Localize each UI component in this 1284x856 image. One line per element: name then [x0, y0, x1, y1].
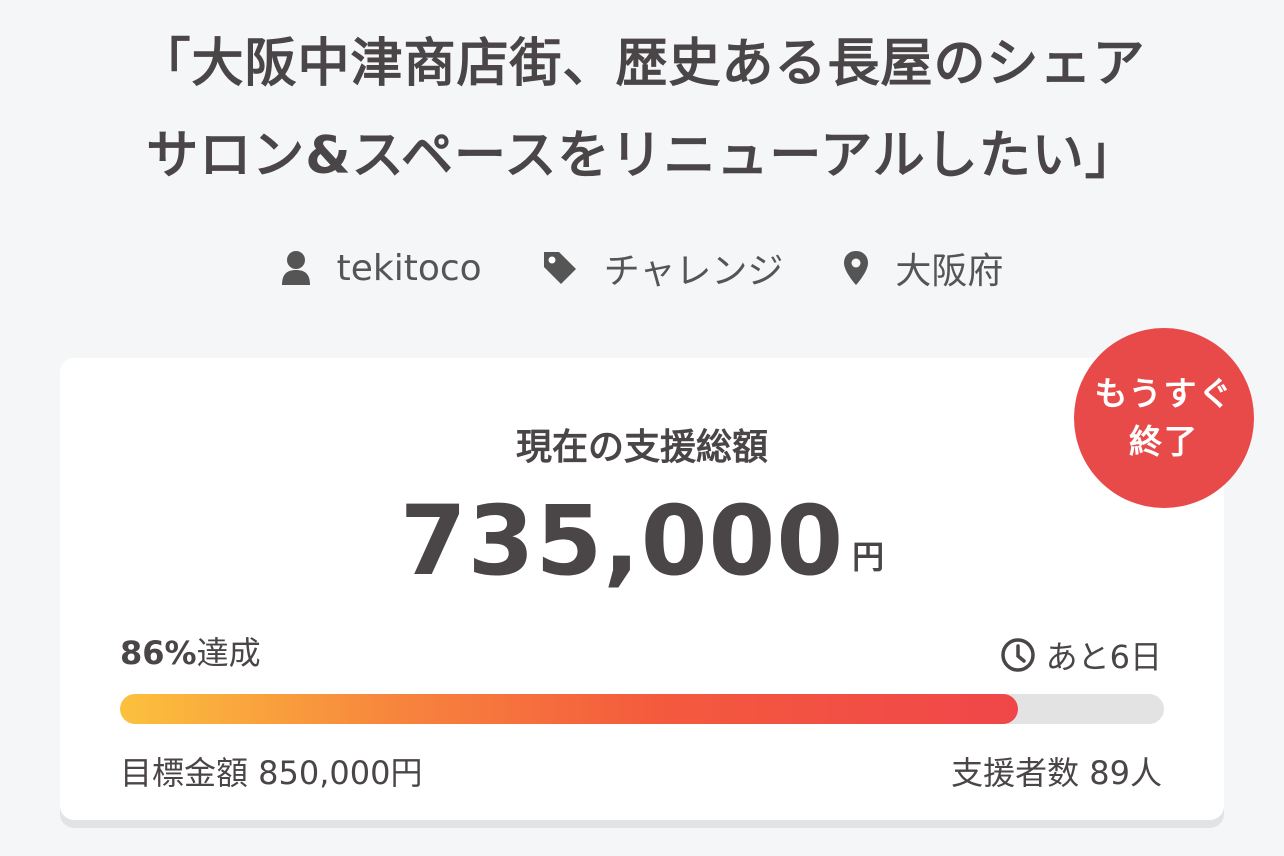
- user-icon: [281, 251, 310, 285]
- project-title: 「大阪中津商店街、歴史ある長屋のシェア サロン&スペースをリニューアルしたい」: [0, 18, 1284, 202]
- days-remaining-text: あと6日: [1045, 638, 1162, 676]
- total-support-label: 現在の支援総額: [515, 427, 768, 468]
- progress-bar: [120, 694, 1164, 724]
- project-title-line-1: 「大阪中津商店街、歴史ある長屋のシェア: [138, 34, 1146, 94]
- location-name: 大阪府: [895, 251, 1004, 292]
- tag-icon: [543, 252, 576, 284]
- currency-unit: 円: [852, 538, 885, 576]
- category-link[interactable]: チャレンジ: [542, 242, 784, 294]
- clock-icon: [1000, 638, 1035, 672]
- badge-line-2: 終了: [1129, 422, 1199, 461]
- goal-amount: 目標金額 850,000円: [120, 754, 423, 792]
- project-meta: tekitoco チャレンジ 大阪府: [0, 240, 1284, 296]
- project-title-line-2: サロン&スペースをリニューアルしたい」: [146, 126, 1138, 186]
- location-pin-icon: [844, 251, 869, 285]
- progress-bar-fill: [120, 694, 1018, 724]
- owner-link[interactable]: tekitoco: [281, 248, 482, 289]
- total-amount-row: 735,000 円: [60, 486, 1224, 596]
- badge-line-1: もうすぐ: [1094, 374, 1234, 413]
- supporter-count: 支援者数 89人: [951, 754, 1162, 792]
- days-remaining: あと6日: [1000, 632, 1162, 678]
- achievement-rate: 86%達成: [120, 628, 261, 674]
- category-name: チャレンジ: [603, 251, 784, 292]
- total-amount: 735,000: [399, 485, 845, 597]
- location-link[interactable]: 大阪府: [843, 242, 1003, 294]
- owner-name: tekitoco: [336, 247, 482, 289]
- ending-soon-badge: もうすぐ 終了: [1074, 328, 1254, 508]
- funding-card: 現在の支援総額 735,000 円 86%達成 あと6日 目標金額 850,00…: [60, 358, 1224, 820]
- achievement-percent: 86%: [120, 634, 197, 672]
- achievement-suffix: 達成: [196, 634, 261, 672]
